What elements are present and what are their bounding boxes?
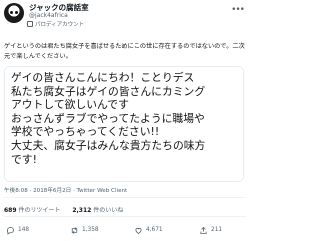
share-count: 211 [211, 227, 223, 233]
more-icon[interactable]: ••• [231, 5, 245, 15]
avatar-eye-right [15, 11, 18, 14]
retweet-icon [71, 226, 78, 234]
avatar-eye-left [10, 11, 13, 14]
divider [4, 197, 246, 198]
parody-icon [27, 21, 33, 27]
parody-label: パロディアカウント [27, 20, 84, 28]
retweet-count: 1,358 [82, 227, 99, 233]
divider [4, 216, 246, 217]
retweets-label[interactable]: 件のリツイート [18, 207, 60, 214]
like-count: 4,671 [146, 227, 163, 233]
retweet-button[interactable]: 1,358 [70, 222, 99, 238]
avatar[interactable] [4, 3, 24, 23]
tweet-stats: 689 件のリツイート 2,312 件のいいね [4, 205, 123, 214]
likes-label[interactable]: 件のいいね [93, 207, 123, 214]
share-icon [200, 226, 207, 234]
user-handle[interactable]: @jack4africa [29, 12, 68, 19]
share-button[interactable]: 211 [199, 222, 222, 238]
retweets-count[interactable]: 689 [4, 207, 17, 214]
parody-text: パロディアカウント [35, 22, 85, 28]
action-bar: 148 1,358 4,671 211 [4, 222, 246, 238]
likes-count[interactable]: 2,312 [72, 207, 91, 214]
reply-icon [6, 226, 14, 235]
heart-icon [135, 227, 142, 234]
tweet-text: ゲイというのは君たち腐女子を喜ばせるためにこの世に存在するのではないので。二次元… [4, 43, 245, 60]
reply-count: 148 [18, 227, 30, 233]
reply-button[interactable]: 148 [6, 222, 29, 238]
quoted-tweet-text: ゲイの皆さんこんにちわ！ことりデス 私たち腐女子はゲイの皆さんにカミング アウト… [11, 71, 206, 166]
quoted-tweet[interactable]: ゲイの皆さんこんにちわ！ことりデス 私たち腐女子はゲイの皆さんにカミング アウト… [4, 66, 244, 182]
tweet-timestamp[interactable]: 午後8:08 · 2018年6月2日 · Twitter Web Client [4, 186, 127, 194]
like-button[interactable]: 4,671 [134, 222, 163, 238]
tweet: ジャックの腐話室 @jack4africa ••• パロディアカウント ゲイとい… [0, 0, 250, 241]
